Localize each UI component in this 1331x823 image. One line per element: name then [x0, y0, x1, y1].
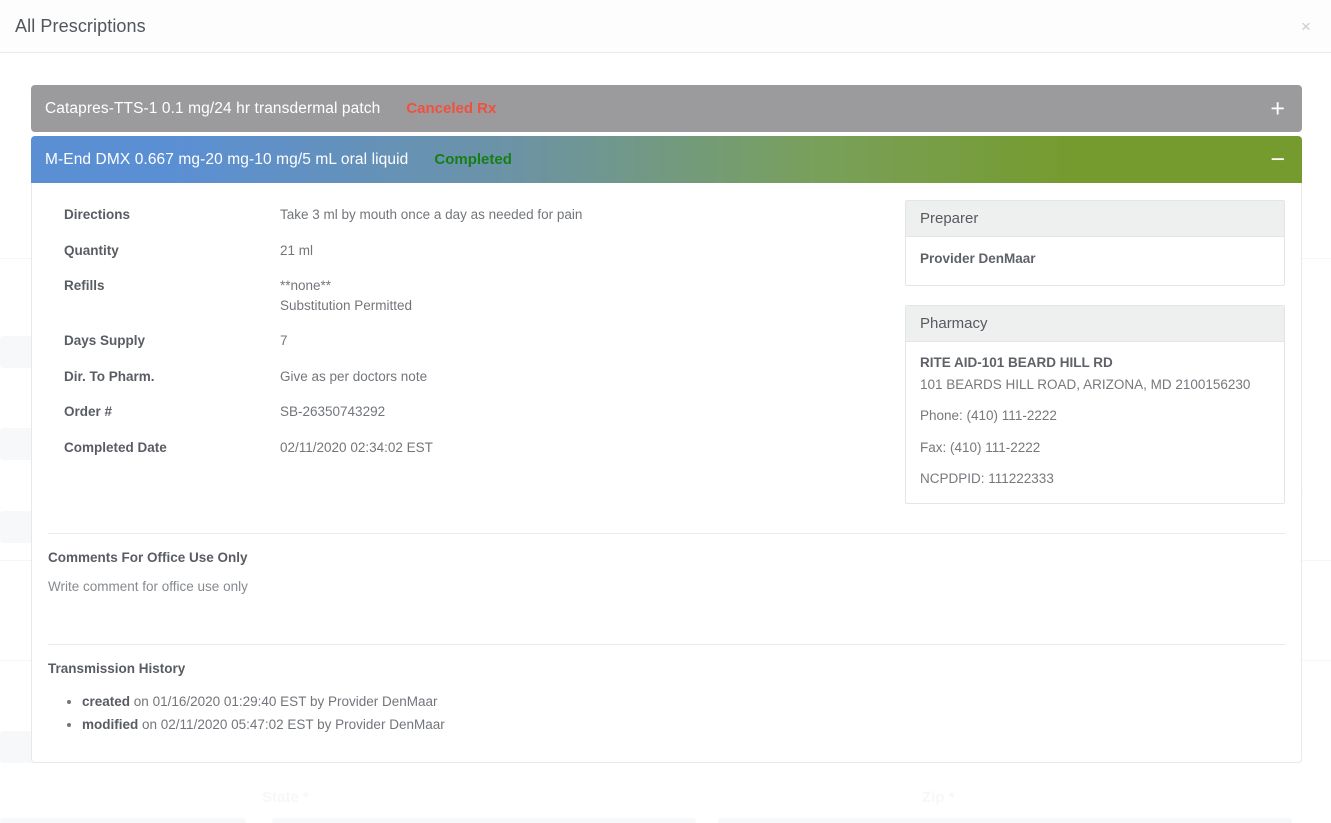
detail-value: 02/11/2020 02:34:02 EST [280, 430, 893, 466]
page-title: All Prescriptions [15, 15, 146, 36]
modal-header: All Prescriptions × [0, 0, 1331, 53]
table-row: Completed Date 02/11/2020 02:34:02 EST [48, 430, 893, 466]
detail-value-text: Give as per doctors note [280, 368, 428, 384]
ghost-input [272, 818, 696, 823]
minus-icon[interactable]: − [1270, 147, 1285, 172]
detail-value-text: Take 3 ml by mouth once a day as needed … [280, 207, 583, 222]
prescription-detail-panel: Directions Take 3 ml by mouth once a day… [31, 183, 1302, 764]
prescriptions-list: Catapres-TTS-1 0.1 mg/24 hr transdermal … [31, 85, 1302, 764]
prescription-details: Directions Take 3 ml by mouth once a day… [48, 197, 893, 466]
table-row: Refills **none** Substitution Permitted [48, 268, 893, 323]
detail-value: 21 ml [280, 233, 893, 269]
comments-section: Comments For Office Use Only Write comme… [32, 534, 1301, 634]
detail-value: **none** Substitution Permitted [280, 268, 893, 323]
prescription-name: Catapres-TTS-1 0.1 mg/24 hr transdermal … [45, 99, 381, 117]
pharmacy-fax: Fax: (410) 111-2222 [920, 439, 1041, 455]
pharmacy-address: 101 BEARDS HILL ROAD, ARIZONA, MD 210015… [920, 377, 1251, 392]
detail-value-text: SB-26350743292 [280, 404, 386, 420]
transmission-history-title: Transmission History [48, 661, 186, 676]
detail-label: Refills [64, 278, 105, 294]
detail-label: Dir. To Pharm. [64, 368, 155, 384]
close-icon[interactable]: × [1295, 15, 1317, 37]
transmission-history-list: created on 01/16/2020 01:29:40 EST by Pr… [82, 690, 1285, 736]
table-row: Days Supply 7 [48, 323, 893, 359]
table-row: Order # SB-26350743292 [48, 394, 893, 430]
detail-label: Directions [64, 207, 131, 222]
transmission-history-section: Transmission History created on 01/16/20… [32, 645, 1301, 752]
ghost-input [0, 818, 246, 823]
status-badge: Canceled Rx [406, 100, 497, 117]
table-row: Dir. To Pharm. Give as per doctors note [48, 359, 893, 395]
table-row: Quantity 21 ml [48, 233, 893, 269]
detail-label: Completed Date [64, 439, 167, 455]
detail-value-text: 21 ml [280, 242, 314, 258]
ghost-input [718, 818, 1292, 823]
all-prescriptions-modal: All Prescriptions × Catapres-TTS-1 0.1 m… [0, 0, 1331, 764]
list-item: created on 01/16/2020 01:29:40 EST by Pr… [82, 690, 1285, 713]
detail-value: 7 [280, 323, 893, 359]
plus-icon[interactable]: + [1270, 96, 1285, 121]
detail-label: Order # [64, 404, 113, 420]
table-row: Directions Take 3 ml by mouth once a day… [48, 197, 893, 233]
list-item: modified on 02/11/2020 05:47:02 EST by P… [82, 713, 1285, 736]
prescription-header-completed[interactable]: M-End DMX 0.667 mg-20 mg-10 mg/5 mL oral… [31, 136, 1302, 183]
status-badge: Completed [434, 151, 512, 168]
detail-value-text: 02/11/2020 02:34:02 EST [280, 439, 433, 455]
detail-value: Give as per doctors note [280, 359, 893, 395]
details-table: Directions Take 3 ml by mouth once a day… [48, 197, 893, 466]
history-detail: on 01/16/2020 01:29:40 EST by Provider D… [133, 694, 438, 709]
detail-label: Days Supply [64, 333, 146, 349]
pharmacy-ncpdpid: NCPDPID: 111222333 [920, 470, 1054, 486]
history-action: created [82, 694, 131, 709]
preparer-name: Provider DenMaar [920, 251, 1036, 266]
history-action: modified [82, 717, 139, 733]
pharmacy-name: RITE AID-101 BEARD HILL RD [920, 355, 1113, 370]
pharmacy-heading: Pharmacy [906, 306, 1284, 342]
ghost-label: Zip * [922, 789, 955, 806]
detail-value-text: 7 [280, 333, 288, 349]
comments-input[interactable]: Write comment for office use only [48, 579, 1285, 624]
comments-title: Comments For Office Use Only [48, 550, 248, 565]
ghost-label: State * [262, 789, 309, 806]
prescription-name: M-End DMX 0.667 mg-20 mg-10 mg/5 mL oral… [45, 150, 409, 168]
detail-value-subtext: Substitution Permitted [280, 297, 413, 313]
preparer-heading: Preparer [906, 201, 1284, 237]
detail-value: Take 3 ml by mouth once a day as needed … [280, 197, 893, 233]
detail-value: SB-26350743292 [280, 394, 893, 430]
pharmacy-phone: Phone: (410) 111-2222 [920, 408, 1057, 424]
detail-label: Quantity [64, 242, 119, 258]
prescription-header-canceled[interactable]: Catapres-TTS-1 0.1 mg/24 hr transdermal … [31, 85, 1302, 132]
preparer-card: Preparer Provider DenMaar [905, 200, 1285, 286]
history-detail: on 02/11/2020 05:47:02 EST by Provider D… [142, 717, 445, 733]
detail-value-text: **none** [280, 278, 332, 294]
pharmacy-card: Pharmacy RITE AID-101 BEARD HILL RD 101 … [905, 305, 1285, 504]
